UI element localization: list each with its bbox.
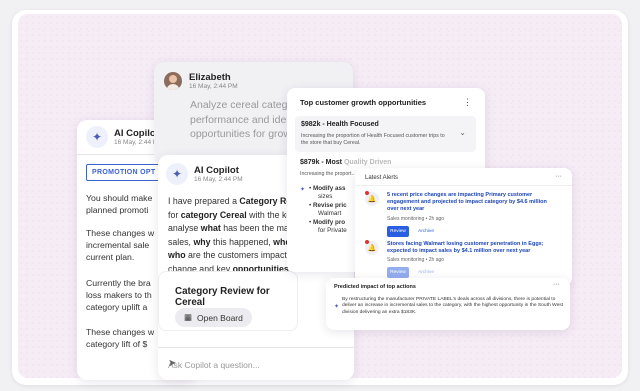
text-run: sales, xyxy=(168,236,194,247)
review-button[interactable]: Review xyxy=(387,226,409,237)
alerts-title: Latest Alerts xyxy=(365,175,399,181)
alert-text[interactable]: Stores facing Walmart losing customer pe… xyxy=(387,241,557,255)
copilot-header: ✦ AI Copilot 16 May, 2:44 PM xyxy=(166,163,243,185)
text-bold: category Cereal xyxy=(180,209,247,220)
predicted-title: Predicted impact of top actions xyxy=(334,284,416,290)
avatar xyxy=(164,72,182,90)
left-chat-header: ✦ AI Copilot 16 May, 2:44 P xyxy=(86,126,159,148)
text-bold: who xyxy=(168,250,186,260)
sparkle-icon: ✦ xyxy=(334,304,340,310)
archive-button[interactable]: Archive xyxy=(414,267,438,278)
open-board-label: Open Board xyxy=(197,312,243,323)
opportunity-row[interactable]: $982k - Health Focused Increasing the pr… xyxy=(295,116,476,152)
alert-meta: Sales monitoring • 2h ago xyxy=(387,257,445,263)
opportunity-description: Increasing the proportion of Health Focu… xyxy=(301,133,445,146)
copilot-name: AI Copilot xyxy=(194,165,239,176)
bullet-text: Modify pro xyxy=(312,219,346,226)
category-review-card[interactable]: Category Review for Cereal ▦ Open Board xyxy=(158,271,298,331)
predicted-description: By restructuring the manufacturer PRIVAT… xyxy=(342,297,564,315)
text-bold: why xyxy=(193,236,211,247)
user-message-header: Elizabeth 16 May, 2:44 PM xyxy=(164,72,238,90)
archive-button[interactable]: Archive xyxy=(414,226,438,237)
predicted-impact-card: Predicted impact of top actions ··· ✦ By… xyxy=(326,278,570,330)
review-button[interactable]: Review xyxy=(387,267,409,278)
board-icon: ▦ xyxy=(184,312,193,322)
text-run: has been the main xyxy=(220,223,296,233)
sparkle-icon: ✦ xyxy=(166,163,188,185)
opportunity-title[interactable]: $879k - Most Quality Driven xyxy=(300,159,391,166)
open-board-button[interactable]: ▦ Open Board xyxy=(175,308,252,327)
user-name: Elizabeth xyxy=(189,72,231,83)
bullet-text: Revise pric xyxy=(312,202,347,209)
bullet-text: Modify ass xyxy=(312,185,346,192)
divider xyxy=(355,185,572,186)
more-options-icon[interactable]: ··· xyxy=(555,173,562,180)
category-review-title: Category Review for Cereal xyxy=(175,286,270,308)
text-bold: what xyxy=(200,223,221,233)
chevron-down-icon[interactable]: ⌄ xyxy=(459,128,466,137)
opportunity-title-part: Quality Driven xyxy=(343,159,392,166)
message-time: 16 May, 2:44 PM xyxy=(189,83,238,90)
sparkle-icon: ✦ xyxy=(300,187,306,193)
more-options-icon[interactable]: ⋮ xyxy=(463,97,472,108)
unread-dot xyxy=(365,191,369,195)
opportunity-title: $982k - Health Focused xyxy=(301,121,379,128)
unread-dot xyxy=(365,240,369,244)
growth-title: Top customer growth opportunities xyxy=(300,98,427,107)
text-run: for xyxy=(168,209,181,220)
sparkle-icon: ✦ xyxy=(86,126,108,148)
alert-meta: Sales monitoring • 2h ago xyxy=(387,216,445,222)
message-time: 16 May, 2:44 P xyxy=(114,139,158,146)
ask-copilot-input[interactable]: Ask Copilot a question... ➤ xyxy=(158,347,354,380)
copilot-name: AI Copilot xyxy=(114,128,159,139)
text-run: I have prepared a xyxy=(168,196,240,206)
latest-alerts-card: Latest Alerts ··· 🔔 5 recent price chang… xyxy=(355,168,572,286)
opportunity-title-part: $879k - Most xyxy=(300,159,344,166)
alert-text[interactable]: 5 recent price changes are impacting Pri… xyxy=(387,192,557,214)
text-run: analyse xyxy=(168,223,201,233)
more-options-icon[interactable]: ··· xyxy=(553,281,560,288)
message-time: 16 May, 2:44 PM xyxy=(194,176,243,183)
send-icon[interactable]: ➤ xyxy=(168,358,344,369)
text-run: this happened, xyxy=(210,236,274,247)
text-run: are the customers impacting xyxy=(185,250,299,260)
